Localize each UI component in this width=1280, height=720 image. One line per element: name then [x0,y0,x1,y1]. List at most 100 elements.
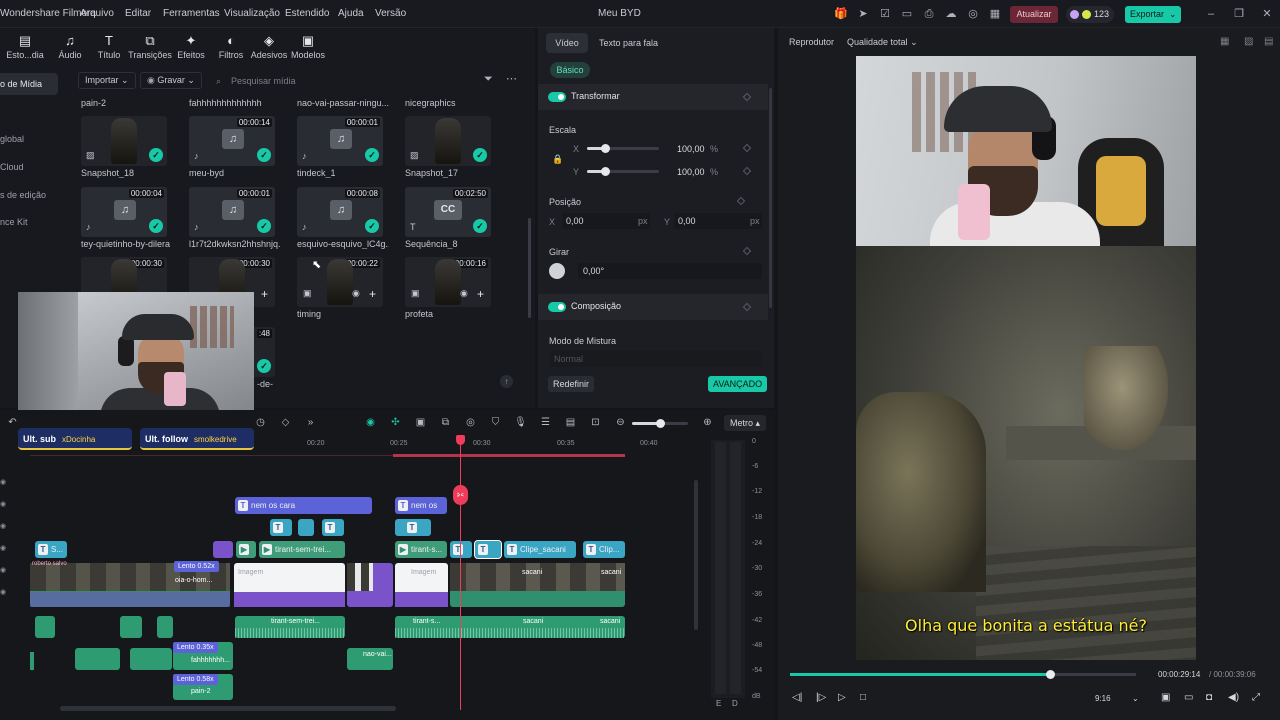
timeline-clip-effect[interactable] [213,541,233,558]
prev-frame-icon[interactable]: ◁| [792,692,802,703]
timeline-clip-title[interactable]: T Clipe_sacani [504,541,576,558]
menu-editar[interactable]: Editar [125,8,151,19]
composition-section[interactable]: Composição [538,294,768,320]
headset-icon[interactable]: ◎ [966,7,980,21]
preview-icon[interactable]: ◉ [460,288,468,299]
timeline-clip-video[interactable]: ▶ tirant-sem-trei... [259,541,345,558]
add-icon[interactable]: + [369,287,376,301]
timeline-audio-clip[interactable] [75,648,120,670]
pos-y-input[interactable]: 0,00 px [674,213,762,229]
tab-video[interactable]: Vídeo [546,33,588,53]
filter-icon[interactable]: ⏷ [484,73,493,86]
auto-ripple-icon[interactable]: ◉ [364,416,377,429]
shield-icon[interactable]: ⛉ [489,416,502,429]
keyframe-icon[interactable] [742,302,752,312]
timeline-v-scrollbar[interactable] [694,480,698,630]
media-item-snapshot17[interactable]: ▨ ✓ [405,116,491,166]
timeline-audio-clip[interactable]: nao-vai... [347,648,393,670]
scene-icon[interactable]: ◎ [464,416,477,429]
checklist-icon[interactable]: ☑ [878,7,892,21]
menu-ajuda[interactable]: Ajuda [338,8,364,19]
step-back-icon[interactable]: |▷ [816,692,826,703]
quality-select[interactable]: Qualidade total ⌄ [847,37,918,48]
keyframe-icon[interactable] [742,143,752,153]
image-icon[interactable]: ▨ [1244,36,1253,47]
timeline-clip-title[interactable]: T S... [35,541,67,558]
menu-versao[interactable]: Versão [375,8,406,19]
timeline-clip-text[interactable]: Tnem os [395,497,447,514]
media-item-tindeck[interactable]: 00:00:01 ♫ ♪ ✓ [297,116,383,166]
pip-icon[interactable]: ⧉ [439,416,452,429]
minimize-icon[interactable]: – [1204,7,1218,21]
rotate-dial[interactable] [549,263,565,279]
media-item-profeta[interactable]: 00:00:16 ▣ ◉ + [405,257,491,307]
sidebar-item-cloud[interactable]: Cloud [0,162,24,172]
timeline-image-clip[interactable]: Imagem [234,563,345,607]
media-item-sequencia8[interactable]: 00:02:50 CC T ✓ [405,187,491,237]
close-icon[interactable]: ✕ [1260,7,1274,21]
sidebar-item-global[interactable]: global [0,134,24,144]
tool-templates[interactable]: ▣ Modelos [283,32,333,60]
preview-icon[interactable]: ◉ [352,288,360,299]
search-input[interactable]: ⌕ Pesquisar mídia [214,73,476,89]
eye-icon[interactable]: ◉ [0,588,6,596]
scale-y-value[interactable]: 100,00 [677,167,705,177]
grid-icon[interactable]: ▦ [988,7,1002,21]
media-item-snapshot18[interactable]: ▨ ✓ [81,116,167,166]
play-icon[interactable]: ▷ [838,692,846,703]
timeline-audio-clip[interactable] [30,652,34,670]
composition-toggle[interactable] [548,302,566,312]
rotate-input[interactable]: 0,00° [578,263,762,279]
timeline-clip-title[interactable]: T [395,519,431,536]
eye-icon[interactable]: ◉ [0,478,6,486]
timeline-audio-clip[interactable] [35,616,55,638]
scale-y-knob[interactable] [601,167,610,176]
keyframe-icon[interactable] [736,196,746,206]
undo-icon[interactable]: ↶ [6,416,19,429]
volume-icon[interactable]: ◀) [1228,692,1239,703]
cloud-icon[interactable]: ☁ [944,7,958,21]
save-icon[interactable]: ⎙ [922,7,936,21]
scale-x-knob[interactable] [601,144,610,153]
tab-text-to-speech[interactable]: Texto para fala [599,38,658,48]
meter-toggle[interactable]: Metro ▴ [724,415,767,431]
eye-icon[interactable]: ◉ [0,500,6,508]
scale-x-value[interactable]: 100,00 [677,144,705,154]
sidebar-item-kit[interactable]: nce Kit [0,217,28,227]
restore-icon[interactable]: ❐ [1232,7,1246,21]
grid-icon[interactable]: ▤ [1264,36,1273,47]
timeline-audio-clip[interactable]: tirant-s... sacani sacani [395,616,625,638]
media-item-tey[interactable]: 00:00:04 ♫ ♪ ✓ [81,187,167,237]
transform-section[interactable]: Transformar [538,84,768,110]
timeline-clip-title[interactable]: T Clip... [583,541,625,558]
stop-icon[interactable]: □ [860,692,866,703]
media-item-meu-byd[interactable]: 00:00:14 ♫ ♪ ✓ [189,116,275,166]
timeline-main-video-b[interactable]: sacani sacani [450,563,625,607]
zoom-out-icon[interactable]: ⊖ [614,416,627,429]
keyframe-icon[interactable] [742,92,752,102]
sidebar-item-edits[interactable]: s de edição [0,190,46,200]
render-icon[interactable]: ▣ [1161,692,1170,703]
media-item-esquivo[interactable]: 00:00:08 ♫ ♪ ✓ [297,187,383,237]
fullscreen-icon[interactable]: ⤢ [1252,692,1260,703]
menu-visualizacao[interactable]: Visualização [224,8,280,19]
mic-icon[interactable]: 🎙 [514,416,527,429]
timeline-audio-clip[interactable] [120,616,142,638]
eye-icon[interactable]: ◉ [0,566,6,574]
record-button[interactable]: ◉ Gravar ⌄ [140,72,202,89]
menu-ferramentas[interactable]: Ferramentas [163,8,220,19]
timeline-audio-clip[interactable]: Lento 0.58x pain-2 [173,674,233,700]
eye-icon[interactable]: ◉ [0,522,6,530]
playback-knob[interactable] [1045,670,1055,679]
advanced-button[interactable]: AVANÇADO [708,376,768,392]
marker-icon[interactable]: ◇ [279,416,292,429]
lock-icon[interactable]: 🔒 [552,154,563,165]
timeline-main-video-a[interactable]: oia-o-hom... Lento 0.52x roberto salvo [30,561,230,607]
timeline-clip-title-selected[interactable]: T [474,540,502,559]
sidebar-item-media[interactable]: o de Mídia [0,79,42,89]
speed-icon[interactable]: ◷ [254,416,267,429]
chevron-down-icon[interactable]: ⌄ [1132,694,1139,703]
props-scrollbar[interactable] [769,88,772,308]
timeline-h-scrollbar[interactable] [60,706,396,711]
pos-x-input[interactable]: 0,00 px [562,213,650,229]
